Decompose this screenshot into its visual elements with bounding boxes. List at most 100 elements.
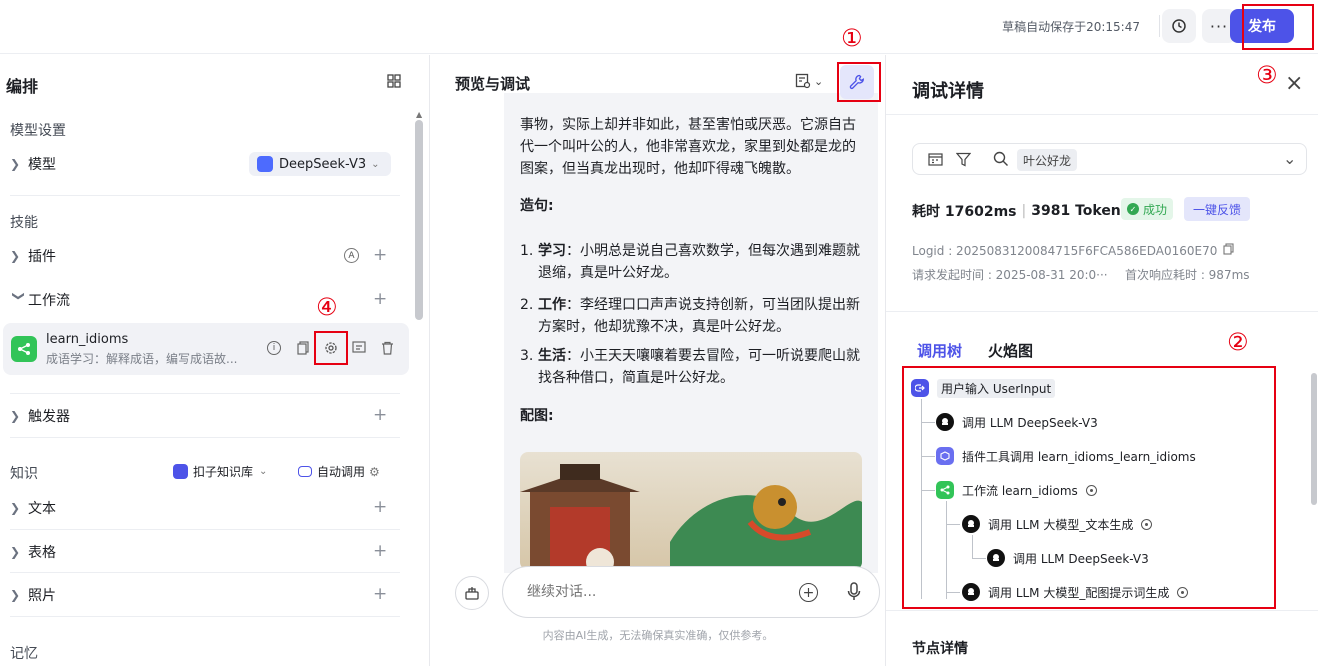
section-skills: 技能	[10, 215, 38, 231]
preview-title: 预览与调试	[455, 75, 531, 93]
grid-icon	[387, 74, 401, 88]
left-scrollbar[interactable]	[415, 120, 423, 320]
tab-call-tree[interactable]: 调用树	[917, 340, 962, 361]
add-trigger-button[interactable]: +	[373, 405, 387, 425]
target-icon[interactable]	[1141, 518, 1153, 530]
tree-node-label: 调用 LLM DeepSeek-V3	[1013, 551, 1149, 566]
annotation-1: ①	[841, 24, 863, 52]
add-text-button[interactable]: +	[373, 497, 387, 517]
top-bar: 草稿自动保存于20:15:47 ··· 发布	[0, 0, 1318, 54]
add-plugin-button[interactable]: +	[373, 245, 387, 265]
section-knowledge: 知识	[10, 466, 38, 482]
list-number: 3.	[520, 348, 534, 364]
photo-row[interactable]: ❯ 照片	[10, 581, 400, 609]
tree-node-label: 用户输入 UserInput	[937, 378, 1056, 398]
model-value: DeepSeek-V3	[279, 156, 367, 172]
log-id: Logid : 2025083120084715F6FCA586EDA0160E…	[912, 243, 1234, 258]
workflow-name: learn_idioms	[46, 332, 129, 347]
generated-image[interactable]	[520, 452, 862, 570]
edit-icon[interactable]	[352, 341, 366, 359]
tree-node-label: 调用 LLM 大模型_配图提示词生成	[988, 585, 1170, 600]
workflow-row[interactable]: ❯ 工作流	[10, 286, 400, 314]
tree-node-llm-deepseek[interactable]: 调用 LLM DeepSeek-V3	[987, 546, 1149, 570]
tree-node-label: 调用 LLM 大模型_文本生成	[988, 517, 1134, 532]
status-badge: ✓ 成功	[1121, 198, 1174, 220]
chevron-right-icon: ❯	[10, 588, 21, 602]
check-circle-icon: ✓	[1127, 203, 1139, 215]
tree-node-llm-prompt[interactable]: 调用 LLM 大模型_配图提示词生成	[962, 580, 1189, 604]
search-icon[interactable]	[993, 151, 1009, 171]
table-row[interactable]: ❯ 表格	[10, 538, 400, 566]
first-response-text: 首次响应耗时 : 987ms	[1125, 268, 1250, 282]
tree-line	[972, 535, 973, 559]
trash-icon[interactable]	[381, 341, 394, 359]
add-attachment-button[interactable]: +	[799, 583, 818, 602]
tree-line	[946, 592, 960, 593]
annotation-box-debug	[837, 62, 881, 102]
list-number: 1.	[520, 243, 534, 259]
add-photo-button[interactable]: +	[373, 584, 387, 604]
add-workflow-button[interactable]: +	[373, 289, 387, 309]
chevron-right-icon: ❯	[10, 157, 21, 171]
history-button[interactable]	[1162, 9, 1196, 43]
divider	[10, 195, 400, 196]
filter-icon[interactable]	[955, 152, 972, 171]
voice-button[interactable]	[847, 582, 861, 606]
chat-input-box[interactable]: +	[502, 566, 880, 618]
calendar-icon[interactable]	[928, 152, 943, 170]
plus-icon: +	[802, 584, 815, 601]
kb-selector[interactable]: 扣子知识库 ⌄	[173, 463, 267, 480]
target-icon[interactable]	[1177, 586, 1189, 598]
plugin-label: 插件	[28, 249, 56, 265]
scroll-up-icon[interactable]: ▲	[416, 110, 422, 119]
tree-node-user-input[interactable]: 用户输入 UserInput	[911, 376, 1056, 400]
copy-icon[interactable]	[1223, 243, 1234, 258]
request-time-text: 请求发起时间 : 2025-08-31 20:0···	[912, 268, 1108, 282]
close-button[interactable]: ×	[1285, 71, 1303, 96]
workflow-item[interactable]: learn_idioms 成语学习：解释成语，编写成语故... i	[3, 323, 409, 375]
tree-line	[921, 490, 935, 491]
llm-icon	[987, 549, 1005, 567]
text-row[interactable]: ❯ 文本	[10, 494, 400, 522]
request-time: 请求发起时间 : 2025-08-31 20:0···	[912, 266, 1108, 283]
clear-chat-button[interactable]	[455, 576, 489, 610]
copy-icon[interactable]	[297, 341, 310, 359]
auto-icon[interactable]: A	[344, 248, 359, 263]
tree-node-plugin[interactable]: 插件工具调用 learn_idioms_learn_idioms	[936, 444, 1196, 468]
auto-call-selector[interactable]: 自动调用 ⚙	[298, 463, 380, 480]
plugin-row[interactable]: ❯ 插件	[10, 242, 400, 270]
more-icon: ···	[1209, 16, 1229, 36]
tree-node-llm-text[interactable]: 调用 LLM 大模型_文本生成	[962, 512, 1153, 536]
right-scrollbar[interactable]	[1311, 373, 1317, 505]
feedback-button[interactable]: 一键反馈	[1184, 197, 1251, 221]
model-selector[interactable]: DeepSeek-V3 ⌄	[249, 152, 391, 176]
chat-input[interactable]	[527, 581, 777, 603]
gear-icon: ⚙	[369, 464, 380, 479]
target-icon[interactable]	[1085, 484, 1097, 496]
status-text: 成功	[1143, 202, 1168, 217]
history-icon	[1172, 19, 1186, 33]
trigger-row[interactable]: ❯ 触发器	[10, 402, 400, 430]
chevron-right-icon: ❯	[10, 545, 21, 559]
tree-node-label: 工作流 learn_idioms	[962, 483, 1078, 498]
example-heading: 造句:	[520, 198, 554, 214]
tab-flame-graph[interactable]: 火焰图	[988, 340, 1033, 361]
add-table-button[interactable]: +	[373, 541, 387, 561]
image-heading: 配图:	[520, 408, 554, 424]
layout-toggle-button[interactable]	[387, 74, 401, 92]
list-number: 2.	[520, 297, 534, 313]
annotation-box-publish	[1242, 4, 1314, 50]
chat-text: 事物，实际上却并非如此，甚至害怕或厌恶。它源自古代一个叫叶公的人，他非常喜欢龙，…	[520, 117, 856, 177]
preview-options-button[interactable]: ⌄	[795, 73, 823, 89]
divider	[1159, 15, 1160, 37]
tree-node-llm[interactable]: 调用 LLM DeepSeek-V3	[936, 410, 1098, 434]
tree-node-label: 插件工具调用 learn_idioms_learn_idioms	[962, 449, 1196, 464]
tree-node-workflow[interactable]: 工作流 learn_idioms	[936, 478, 1097, 502]
trace-search-bar[interactable]: 叶公好龙 ⌄	[912, 143, 1307, 175]
search-tag[interactable]: 叶公好龙	[1017, 149, 1078, 171]
photo-label: 照片	[28, 588, 56, 604]
annotation-3: ③	[1256, 61, 1278, 89]
document-settings-icon	[795, 73, 811, 89]
info-icon[interactable]: i	[267, 341, 281, 355]
chevron-down-icon[interactable]: ⌄	[1283, 149, 1296, 168]
